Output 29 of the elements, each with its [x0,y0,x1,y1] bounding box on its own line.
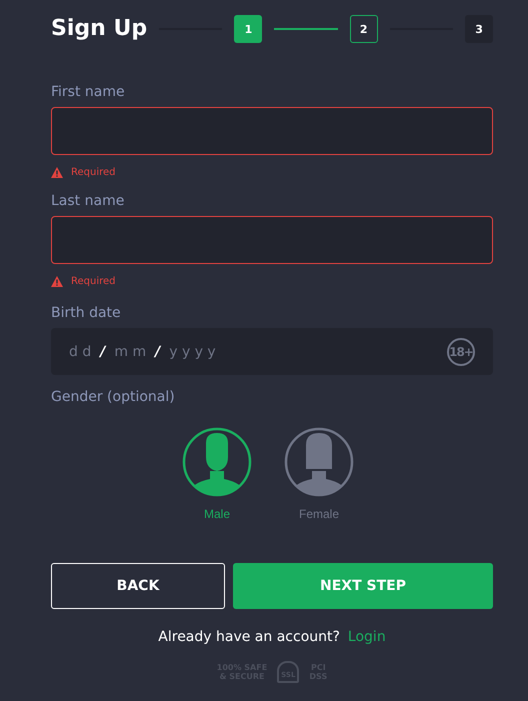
date-placeholder: d d [69,344,92,360]
step-indicator: 2 [350,15,378,43]
date-field[interactable]: d d / m m / y y y y 18+ [51,328,493,375]
date-placeholder: y y y y [169,344,216,360]
page-title: Sign Up [51,15,148,43]
field-label: First name [51,84,126,102]
field-label: Last name [51,193,126,211]
gender-option[interactable]: Female [284,427,354,521]
date-separator: / [155,344,160,360]
login-prompt: Already have an account? [158,629,340,645]
warning-icon [51,166,63,178]
gender-option[interactable]: Male [182,427,252,521]
age-badge: 18+ [447,338,475,366]
login-link[interactable]: Login [348,629,386,645]
next-step-button[interactable]: NEXT STEP [233,563,493,609]
input-field[interactable] [51,107,493,155]
back-button[interactable]: BACK [51,563,225,609]
field-label: Gender (optional) [51,389,176,407]
error-message: Required [71,276,116,286]
female-avatar-icon [284,427,354,497]
date-placeholder: m m [114,344,146,360]
step-indicator: 1 [234,15,262,43]
date-separator: / [100,344,106,360]
step-indicator: 3 [465,15,494,43]
field-label: Birth date [51,305,122,323]
warning-icon [51,276,63,286]
error-message: Required [71,166,116,178]
male-avatar-icon [182,427,252,497]
input-field[interactable] [51,216,493,264]
